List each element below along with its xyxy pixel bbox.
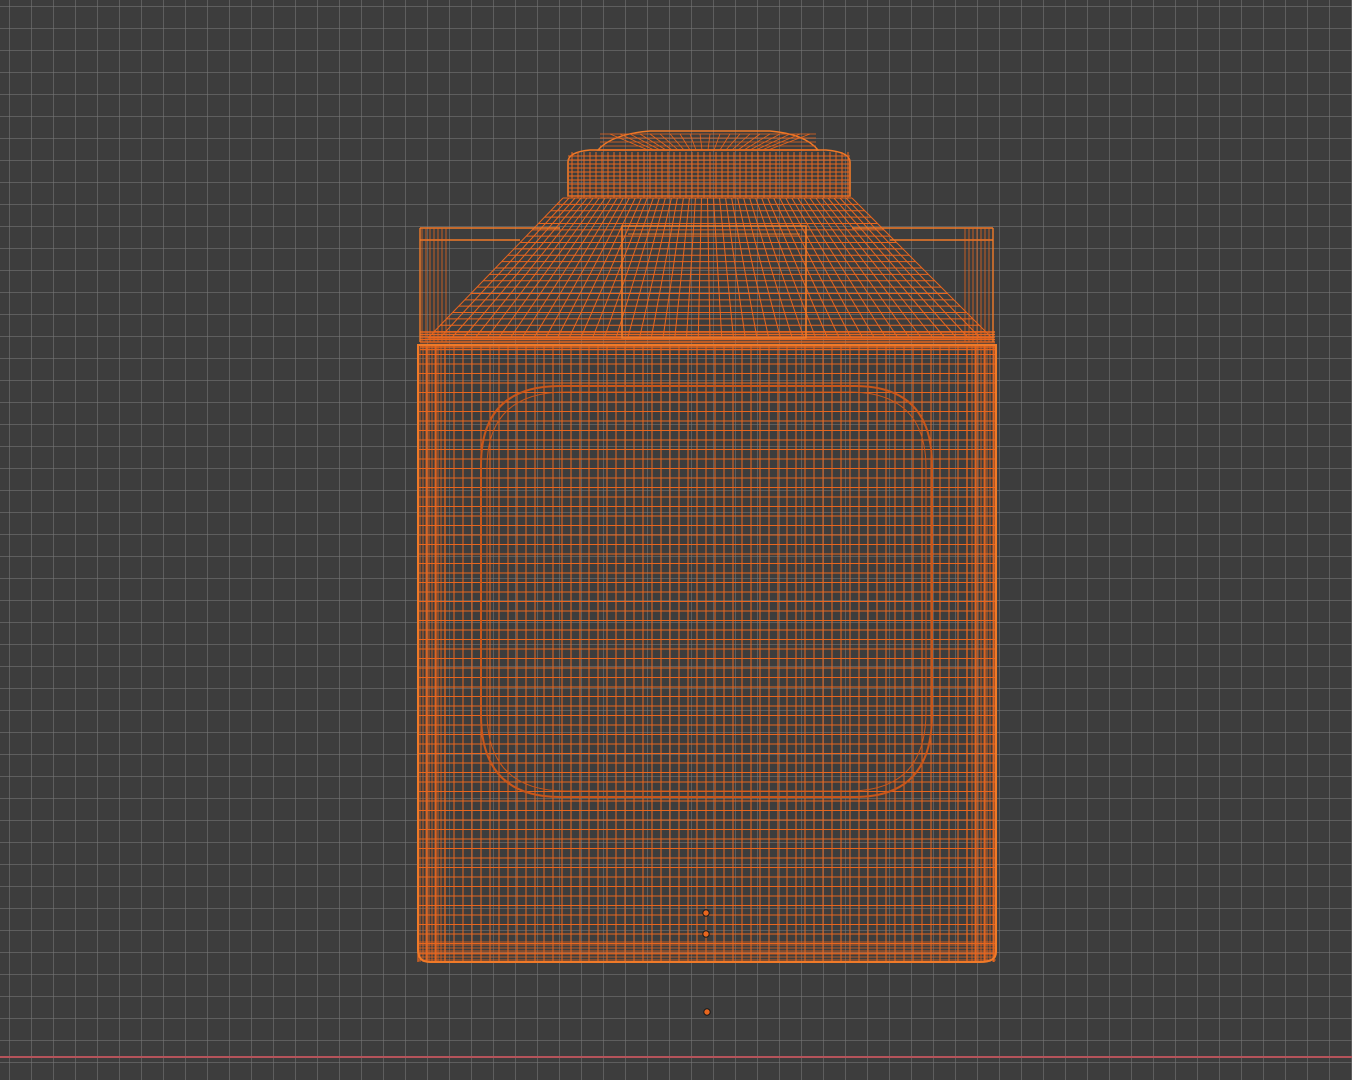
neck-wires [567,130,851,198]
vertex-point[interactable] [703,1008,711,1016]
shoulder-wires [419,197,995,351]
body-outline [417,344,997,963]
body-wire-grid [417,344,996,962]
neck-outline [567,149,851,197]
vertex-point[interactable] [702,930,710,938]
wireframe-object[interactable] [0,0,1352,1080]
object-outlines [417,344,997,963]
vertex-point[interactable] [702,909,710,917]
3d-viewport[interactable] [0,0,1352,1080]
